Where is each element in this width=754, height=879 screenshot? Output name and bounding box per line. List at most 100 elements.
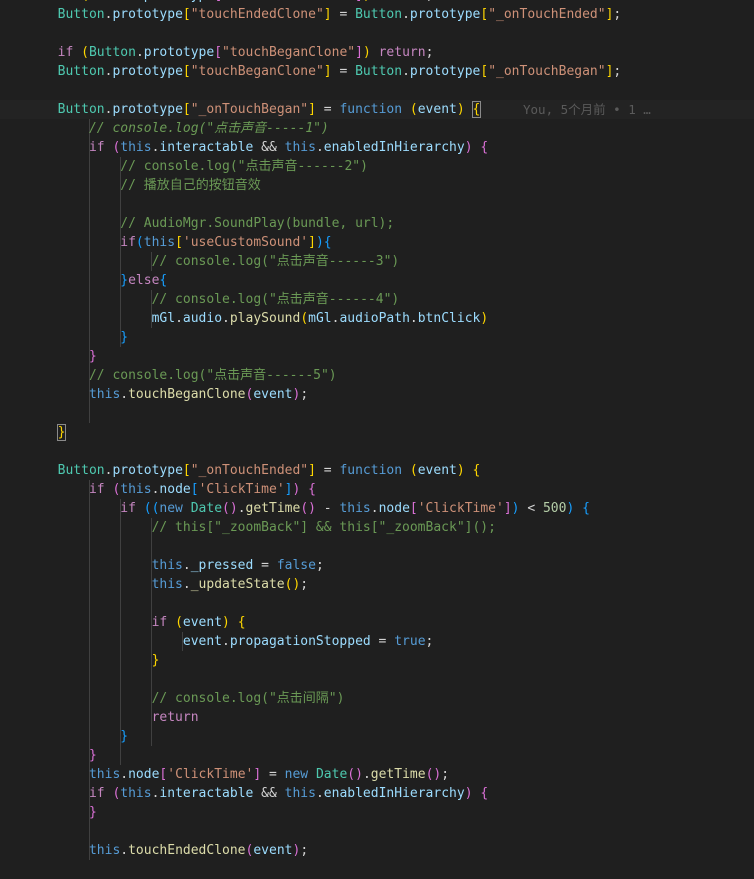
code-line-text: if (this.interactable && this.enabledInH… [42,138,488,157]
code-line[interactable]: // this["_zoomBack"] && this["_zoomBack"… [0,518,754,537]
code-line[interactable]: // console.log("点击声音------3") [0,252,754,271]
code-token: . [175,311,183,326]
code-token: ) [456,463,473,478]
code-line[interactable]: if (event) { [0,613,754,632]
code-token: ] [253,767,262,782]
code-line[interactable] [0,822,754,841]
code-line[interactable]: // AudioMgr.SoundPlay(bundle, url); [0,214,754,233]
code-line[interactable]: // console.log("点击声音------4") [0,290,754,309]
code-token: 'ClickTime' [417,501,504,516]
git-blame-annotation[interactable]: You, 5个月前 • 1 … [523,100,651,119]
code-line[interactable]: Button.prototype["_onTouchBegan"] = func… [0,100,754,119]
code-line-text: } [42,328,128,347]
code-token: = [315,463,340,478]
code-line[interactable]: // console.log("点击间隔") [0,689,754,708]
code-token: [ [182,102,191,117]
code-line[interactable]: return [0,708,754,727]
code-token: prototype [144,0,214,3]
code-token: ) [315,235,324,250]
code-line[interactable]: if (this.node['ClickTime']) { [0,480,754,499]
code-line[interactable]: this.node['ClickTime'] = new Date().getT… [0,765,754,784]
code-line[interactable]: Button.prototype["touchEndedClone"] = Bu… [0,5,754,24]
code-token: Button [355,7,403,22]
code-line[interactable] [0,195,754,214]
code-token: . [182,558,191,573]
code-token: [ [480,7,489,22]
code-line[interactable]: this._pressed = false; [0,556,754,575]
code-token: this [120,140,152,155]
code-token: = [315,102,340,117]
code-line[interactable]: if (Button.prototype["touchBeganClone"])… [0,43,754,62]
code-token: // console.log("点击声音-----1") [42,121,329,136]
code-token: && [253,786,285,801]
code-token: event [417,463,457,478]
code-token: Button [42,102,105,117]
code-line[interactable]: } [0,727,754,746]
code-line[interactable]: if(this['useCustomSound']){ [0,233,754,252]
code-token: (( [143,501,160,516]
code-token: ) [292,482,309,497]
code-token: () [425,767,442,782]
code-token: [ [214,0,222,3]
code-line-text: // console.log("点击声音------3") [42,252,400,271]
code-token: = [331,7,356,22]
code-line[interactable]: } [0,347,754,366]
code-token: && [253,140,285,155]
code-line-text: } [42,651,160,670]
code-line[interactable]: // 播放自己的按钮音效 [0,176,754,195]
code-line[interactable]: event.propagationStopped = true; [0,632,754,651]
code-token: this [42,558,183,573]
code-line[interactable]: this.touchEndedClone(event); [0,841,754,860]
code-token: () [300,501,316,516]
code-token: ( [81,45,89,60]
code-token: ; [300,577,309,592]
code-line[interactable] [0,442,754,461]
code-token: ] [323,7,332,22]
code-token: } [42,748,97,763]
code-token: [ [182,463,191,478]
code-token: ] [355,0,363,3]
code-token: node [378,501,410,516]
code-line-text: if(this['useCustomSound']){ [42,233,331,252]
code-token: this [284,786,316,801]
code-line[interactable]: Button.prototype["touchBeganClone"] = Bu… [0,62,754,81]
code-line[interactable]: // console.log("点击声音------5") [0,366,754,385]
code-token: = [253,558,277,573]
code-editor[interactable]: if (Button.prototype["touchEndedClone"])… [0,0,754,879]
code-token: ; [613,64,622,79]
code-line[interactable]: mGl.audio.playSound(mGl.audioPath.btnCli… [0,309,754,328]
code-token: "_onTouchBegan" [190,102,309,117]
code-token: this [42,767,121,782]
code-line[interactable]: } [0,651,754,670]
code-line[interactable]: if (this.interactable && this.enabledInH… [0,784,754,803]
code-line[interactable]: // console.log("点击声音------2") [0,157,754,176]
code-line[interactable]: // console.log("点击声音-----1") [0,119,754,138]
code-token: . [370,501,379,516]
code-line[interactable] [0,81,754,100]
code-token: ) [362,45,379,60]
code-token: } [42,729,129,744]
code-line[interactable]: if (this.interactable && this.enabledInH… [0,138,754,157]
code-line[interactable]: } [0,423,754,442]
code-line[interactable]: this._updateState(); [0,575,754,594]
code-line[interactable] [0,594,754,613]
code-line-text: mGl.audio.playSound(mGl.audioPath.btnCli… [42,309,489,328]
code-line[interactable] [0,537,754,556]
code-line[interactable] [0,404,754,423]
code-token: . [222,311,230,326]
code-token: [ [480,64,489,79]
code-line[interactable] [0,670,754,689]
code-line[interactable]: } [0,803,754,822]
code-line[interactable]: } [0,746,754,765]
code-line[interactable]: this.touchBeganClone(event); [0,385,754,404]
code-line[interactable]: }else{ [0,271,754,290]
code-line[interactable]: if ((new Date().getTime() - this.node['C… [0,499,754,518]
code-line[interactable]: } [0,328,754,347]
code-line[interactable]: Button.prototype["_onTouchEnded"] = func… [0,461,754,480]
code-line[interactable] [0,24,754,43]
code-line-text: // console.log("点击声音------4") [42,290,400,309]
code-token: ] [308,235,316,250]
code-token: ; [425,45,434,60]
code-token: . [120,767,129,782]
code-token: node [128,767,160,782]
